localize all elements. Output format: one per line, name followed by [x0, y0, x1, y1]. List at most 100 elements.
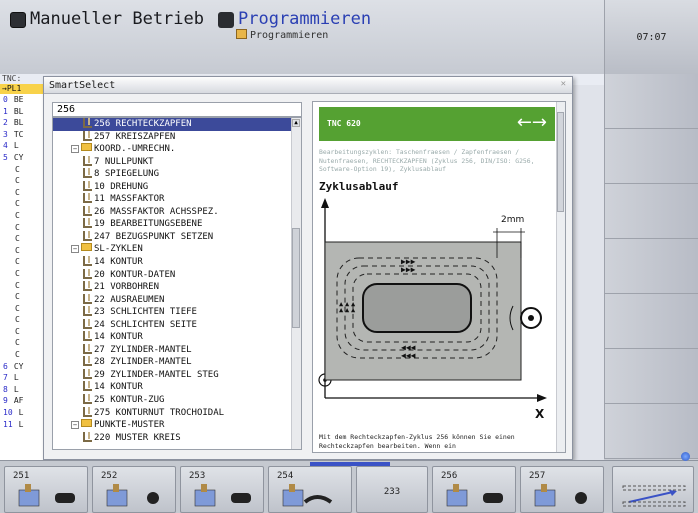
- vertical-softkey-3[interactable]: [604, 184, 698, 239]
- collapse-icon[interactable]: −: [71, 421, 79, 430]
- tree-item[interactable]: 14 KONTUR: [53, 381, 301, 394]
- softkey-next[interactable]: [612, 466, 694, 513]
- tree-item[interactable]: 257 KREISZAPFEN: [53, 130, 301, 144]
- cycle-icon: [83, 193, 92, 204]
- softkey-252[interactable]: 252: [92, 466, 176, 513]
- cycle-tree: 256 RECHTECKZAPFEN 257 KREISZAPFEN − KOORD.…: [52, 117, 302, 450]
- tree-item[interactable]: 14 KONTUR: [53, 331, 301, 344]
- tree-item[interactable]: 11 MASSFAKTOR: [53, 193, 301, 206]
- mode-programming[interactable]: Programmieren Programmieren: [218, 8, 372, 41]
- tree-scrollbar[interactable]: ▲: [291, 118, 301, 449]
- tree-item-label: PUNKTE-MUSTER: [94, 420, 165, 431]
- cycle-icon: [83, 381, 92, 392]
- cycle-icon: [83, 168, 92, 179]
- cycle-icon: [83, 180, 92, 191]
- tree-item-label: 275 KONTURNUT TROCHOIDAL: [94, 407, 225, 418]
- vertical-softkey-4[interactable]: [604, 239, 698, 294]
- program-line-number: 1: [3, 106, 8, 116]
- svg-text:◀◀◀: ◀◀◀: [401, 343, 416, 352]
- help-scrollbar[interactable]: [556, 102, 565, 452]
- dimension-label: 2mm: [501, 215, 524, 225]
- program-line-text: C: [15, 326, 20, 336]
- program-line-text: BE: [13, 95, 24, 104]
- tree-scrollbar-thumb[interactable]: [292, 228, 300, 328]
- program-line-text: C: [15, 234, 20, 244]
- vertical-softkey-1[interactable]: [604, 74, 698, 129]
- tree-item[interactable]: 29 ZYLINDER-MANTEL STEG: [53, 368, 301, 382]
- help-scrollbar-thumb[interactable]: [557, 112, 564, 212]
- program-line-text: C: [15, 210, 20, 220]
- program-line-text: C: [15, 164, 20, 174]
- softkey-label: 257: [529, 471, 546, 481]
- program-line-number: 8: [3, 384, 8, 394]
- x-axis-arrow-icon: [537, 394, 547, 402]
- tree-item[interactable]: 8 SPIEGELUNG: [53, 168, 301, 181]
- softkey-257[interactable]: 257: [520, 466, 604, 513]
- program-line-number: 6: [3, 361, 8, 371]
- tree-item-label: 10 DREHUNG: [94, 181, 149, 192]
- softkey-label: 233: [383, 487, 401, 497]
- tree-item[interactable]: 21 VORBOHREN: [53, 281, 301, 294]
- tree-item[interactable]: 256 RECHTECKZAPFEN: [53, 118, 301, 131]
- folder-icon: [81, 143, 92, 152]
- close-icon[interactable]: ✕: [561, 79, 566, 89]
- tree-item[interactable]: 19 BEARBEITUNGSEBENE: [53, 218, 301, 231]
- smartselect-dialog: SmartSelect ✕ 256 256 RECHTECKZAPFEN 257 …: [43, 76, 573, 460]
- status-orb-icon: [681, 452, 690, 461]
- tree-item[interactable]: 247 BEZUGSPUNKT SETZEN: [53, 230, 301, 244]
- tree-item-label: 14 KONTUR: [94, 332, 143, 343]
- program-line-text: AF: [13, 396, 24, 406]
- program-line-number: 0: [3, 95, 8, 104]
- tree-item[interactable]: 23 SCHLICHTEN TIEFE: [53, 306, 301, 319]
- scroll-up-icon[interactable]: ▲: [292, 119, 300, 127]
- cycle-icon: [83, 281, 92, 292]
- tree-item[interactable]: 14 KONTUR: [53, 256, 301, 269]
- finished-pocket: [362, 283, 472, 333]
- program-line-text: C: [15, 245, 20, 255]
- help-header-label: TNC 620: [327, 119, 361, 128]
- program-line-number: 7: [3, 373, 8, 383]
- x-axis-label: X: [535, 407, 545, 421]
- collapse-icon[interactable]: −: [71, 145, 79, 154]
- cycle-icon: [83, 406, 92, 417]
- tree-item[interactable]: 25 KONTUR-ZUG: [53, 394, 301, 407]
- collapse-icon[interactable]: −: [71, 245, 79, 254]
- tree-item-label: 26 MASSFAKTOR ACHSSPEZ.: [94, 206, 219, 217]
- mode-programming-subtitle: Programmieren: [236, 29, 328, 41]
- tree-folder[interactable]: − SL-ZYKLEN: [53, 243, 301, 256]
- mode-manual-operation[interactable]: Manueller Betrieb: [10, 8, 204, 38]
- program-line-text: TC: [13, 129, 24, 139]
- softkey-233[interactable]: 233: [356, 466, 428, 513]
- mode-programming-sub-label: Programmieren: [250, 30, 329, 41]
- tree-item[interactable]: 27 ZYLINDER-MANTEL: [53, 343, 301, 357]
- program-line-text: CY: [13, 152, 24, 162]
- tree-folder[interactable]: − KOORD.-UMRECHN.: [53, 143, 301, 156]
- vertical-softkey-7[interactable]: [604, 404, 698, 459]
- softkey-256[interactable]: 256: [432, 466, 516, 513]
- tree-item[interactable]: 24 SCHLICHTEN SEITE: [53, 318, 301, 332]
- tree-item[interactable]: 20 KONTUR-DATEN: [53, 268, 301, 282]
- mode-programming-label: Programmieren: [238, 9, 372, 29]
- tree-folder[interactable]: − PUNKTE-MUSTER: [53, 419, 301, 432]
- tree-item[interactable]: 275 KONTURNUT TROCHOIDAL: [53, 406, 301, 420]
- vertical-softkey-5[interactable]: [604, 294, 698, 349]
- cycle-icon: [83, 256, 92, 267]
- tree-item[interactable]: 10 DREHUNG: [53, 180, 301, 194]
- tree-item-label: 8 SPIEGELUNG: [94, 169, 160, 180]
- vertical-softkey-2[interactable]: [604, 129, 698, 184]
- search-input[interactable]: 256: [52, 102, 302, 117]
- tree-item[interactable]: 22 AUSRAEUMEN: [53, 293, 301, 307]
- tree-item-label: 7 NULLPUNKT: [94, 156, 154, 167]
- cycle-shape-icon: [194, 484, 251, 507]
- tree-item[interactable]: 220 MUSTER KREIS: [53, 431, 301, 445]
- vertical-softkey-6[interactable]: [604, 349, 698, 404]
- softkey-253[interactable]: 253: [180, 466, 264, 513]
- softkey-251[interactable]: 251: [4, 466, 88, 513]
- y-axis-arrow-icon: [321, 198, 329, 208]
- tree-item[interactable]: 28 ZYLINDER-MANTEL: [53, 356, 301, 369]
- softkey-254[interactable]: 254: [268, 466, 352, 513]
- tree-item[interactable]: 26 MASSFAKTOR ACHSSPEZ.: [53, 205, 301, 219]
- tree-item[interactable]: 7 NULLPUNKT: [53, 155, 301, 169]
- navigate-arrows-icon[interactable]: ←→: [517, 112, 547, 133]
- help-description: Bearbeitungszyklen: Taschenfraesen / Zap…: [319, 148, 535, 173]
